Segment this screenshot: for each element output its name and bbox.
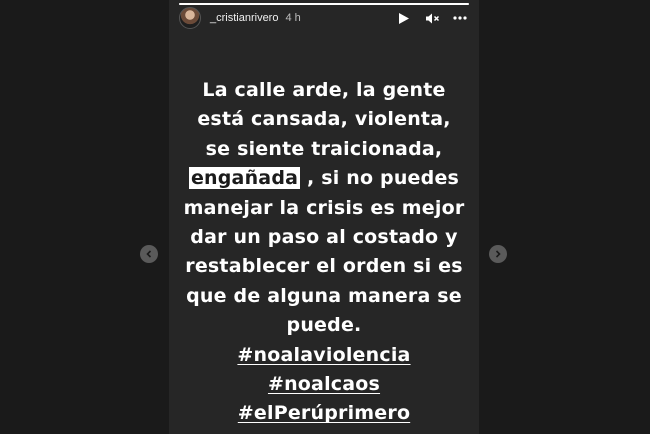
story-text-line: engañada , si no puedes: [169, 164, 479, 193]
hashtag-line: #noalcaos: [169, 370, 479, 399]
story-text: La calle arde, la gente está cansada, vi…: [169, 76, 479, 429]
play-icon: [399, 12, 409, 24]
hashtag-link[interactable]: #elPerúprimero: [238, 402, 410, 424]
chevron-right-icon: [495, 250, 501, 258]
previous-story-button[interactable]: [140, 245, 158, 263]
hashtag-link[interactable]: #noalaviolencia: [237, 344, 410, 366]
story-text-line: dar un paso al costado y: [190, 226, 458, 249]
next-story-button[interactable]: [489, 245, 507, 263]
play-button[interactable]: [395, 9, 413, 27]
story-controls: [395, 9, 469, 27]
highlighted-word: engañada: [188, 167, 301, 190]
hashtag-link[interactable]: #noalcaos: [268, 373, 380, 395]
story-progress-bar: [179, 3, 469, 5]
mute-button[interactable]: [423, 9, 441, 27]
avatar[interactable]: [179, 7, 201, 29]
story-text-segment: , si no puedes: [300, 167, 460, 190]
more-options-button[interactable]: [451, 9, 469, 27]
chevron-left-icon: [146, 250, 152, 258]
story-text-line: manejar la crisis es mejor: [183, 196, 465, 219]
story-text-line: restablecer el orden si es: [185, 255, 463, 278]
story-text-line: La calle arde, la gente: [202, 79, 446, 101]
username[interactable]: _cristianrivero: [210, 12, 278, 24]
hashtag-line: #elPerúprimero: [169, 399, 479, 428]
mute-icon: [425, 13, 439, 23]
story-viewer[interactable]: _cristianrivero 4 h La calle arde, la ge…: [169, 0, 479, 434]
story-progress-fill: [179, 3, 469, 5]
more-icon: [453, 16, 467, 20]
story-text-line: se siente traicionada,: [205, 137, 443, 160]
story-text-line: puede.: [286, 314, 362, 337]
hashtag-line: #noalaviolencia: [169, 341, 479, 370]
story-time: 4 h: [285, 12, 301, 24]
story-text-line: está cansada, violenta,: [197, 108, 451, 131]
story-text-line: que de alguna manera se: [186, 284, 462, 307]
story-header: _cristianrivero 4 h: [179, 7, 469, 29]
